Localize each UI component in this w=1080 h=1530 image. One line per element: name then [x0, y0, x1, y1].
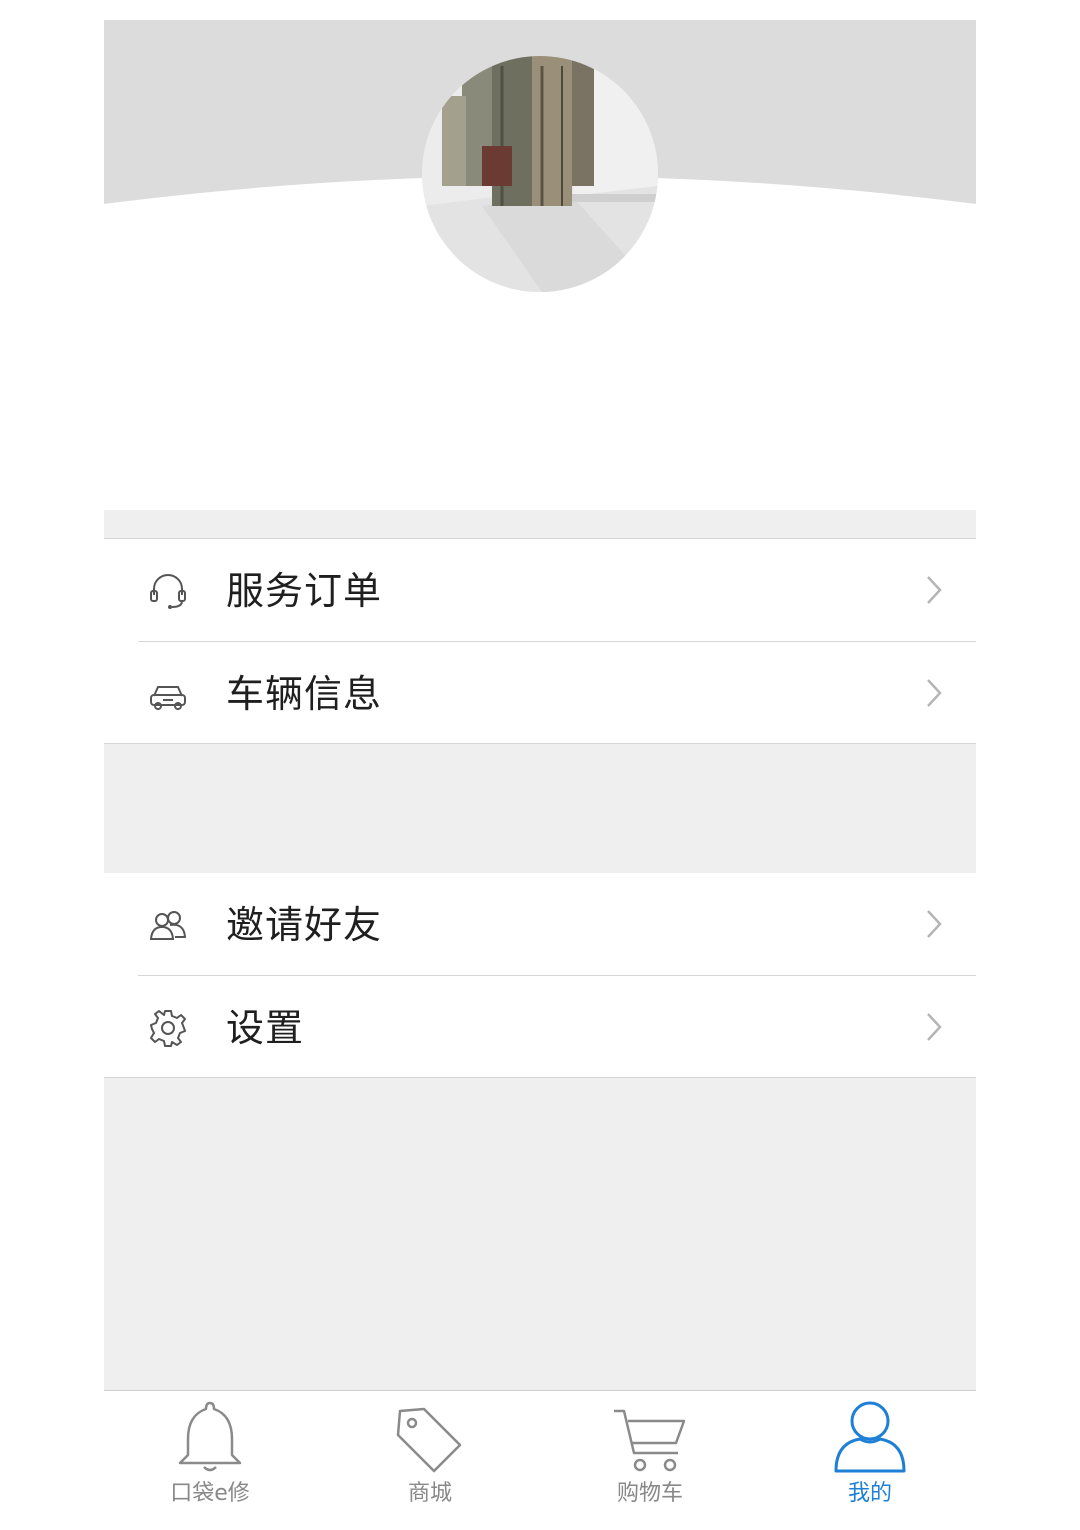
car-icon	[148, 674, 188, 714]
users-icon	[148, 905, 188, 945]
person-icon	[834, 1401, 906, 1473]
headset-icon	[148, 571, 188, 611]
menu-item-label: 邀请好友	[226, 903, 383, 947]
tab-label: 商城	[407, 1481, 452, 1506]
content-filler	[104, 1078, 976, 1391]
chevron-right-icon	[922, 1010, 946, 1044]
gear-icon	[148, 1008, 188, 1048]
tab-home[interactable]: 口袋e修	[130, 1391, 290, 1530]
profile-screen: 服务订单 车辆信息 邀请好友 设置 口袋e修 商城 购物车 我的	[104, 20, 976, 1530]
menu-item-invite-friends[interactable]: 邀请好友	[104, 873, 976, 975]
chevron-right-icon	[922, 573, 946, 607]
section-spacer	[104, 744, 976, 873]
chevron-right-icon	[922, 676, 946, 710]
tag-icon	[396, 1407, 462, 1473]
menu-item-service-orders[interactable]: 服务订单	[104, 539, 976, 641]
section-spacer	[104, 510, 976, 539]
tab-mine[interactable]: 我的	[790, 1391, 950, 1530]
menu-item-vehicle-info[interactable]: 车辆信息	[104, 642, 976, 744]
menu-group-orders: 服务订单 车辆信息	[104, 539, 976, 744]
menu-item-label: 设置	[226, 1006, 305, 1050]
menu-item-settings[interactable]: 设置	[104, 976, 976, 1078]
menu-item-label: 车辆信息	[226, 672, 383, 716]
tab-cart[interactable]: 购物车	[570, 1391, 730, 1530]
bell-icon	[178, 1401, 242, 1472]
menu-group-social: 邀请好友 设置	[104, 873, 976, 1078]
tab-label: 购物车	[616, 1481, 683, 1506]
bottom-tab-bar: 口袋e修 商城 购物车 我的	[104, 1391, 976, 1530]
tab-mall[interactable]: 商城	[350, 1391, 510, 1530]
avatar-photo	[422, 56, 658, 292]
cart-icon	[614, 1409, 686, 1472]
profile-header	[104, 20, 976, 510]
tab-label: 我的	[847, 1481, 892, 1506]
avatar[interactable]	[422, 56, 658, 292]
menu-item-label: 服务订单	[226, 569, 383, 613]
tab-label: 口袋e修	[170, 1481, 250, 1506]
chevron-right-icon	[922, 907, 946, 941]
